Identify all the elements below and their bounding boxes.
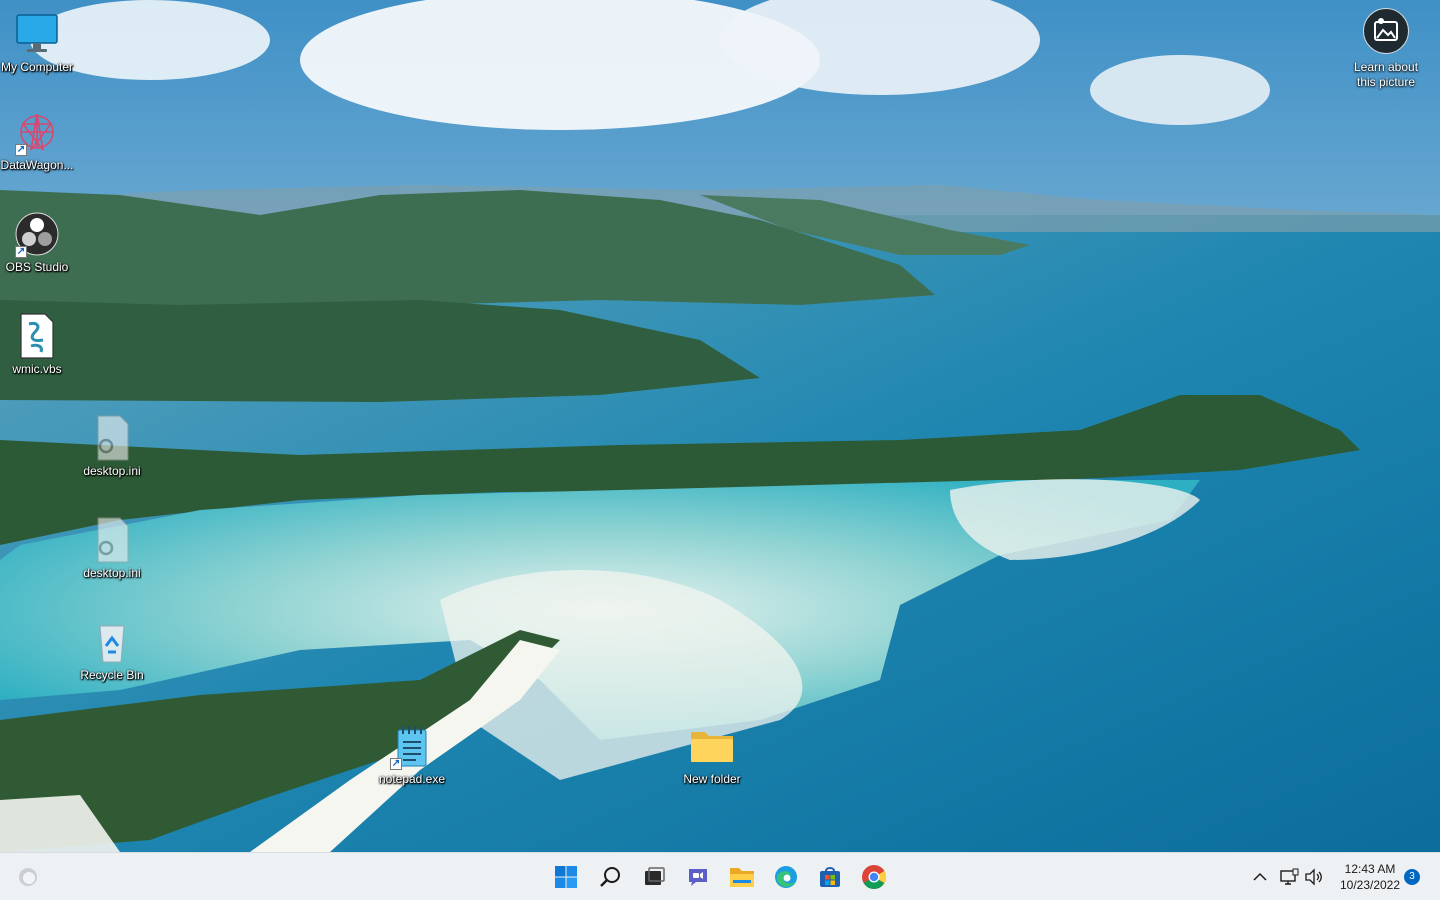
taskbar-chrome-button[interactable] xyxy=(856,859,892,895)
desktop-icon-label: desktop.ini xyxy=(83,566,141,580)
settings-file-icon xyxy=(88,414,136,462)
clock[interactable]: 12:43 AM 10/23/2022 xyxy=(1330,861,1410,893)
notepad-icon: ↗ xyxy=(388,722,436,770)
show-hidden-icons-button[interactable] xyxy=(1248,859,1272,895)
task-view-icon xyxy=(645,867,665,885)
store-icon xyxy=(820,867,840,887)
desktop-icon-label: My Computer xyxy=(0,60,74,74)
desktop-icon-label: wmic.vbs xyxy=(12,362,62,376)
folder-icon xyxy=(688,722,736,770)
taskbar: 12:43 AM 10/23/2022 3 xyxy=(0,852,1440,900)
recycle-bin-icon xyxy=(88,618,136,666)
obs-icon: ↗ xyxy=(13,210,61,258)
learn-about-label: Learn about this picture xyxy=(1353,60,1419,89)
desktop-icon-label: OBS Studio xyxy=(5,260,69,274)
desktop-icon-notepad[interactable]: ↗ notepad.exe xyxy=(372,722,452,787)
clock-time: 12:43 AM xyxy=(1344,862,1396,876)
desktop-icon-datawagon[interactable]: ↗ DataWagon... xyxy=(0,108,77,173)
taskbar-task-view-button[interactable] xyxy=(636,859,672,895)
desktop-icon-label: DataWagon... xyxy=(0,158,74,172)
edge-icon xyxy=(775,866,797,888)
widgets-icon xyxy=(19,868,37,886)
picture-info-icon xyxy=(1363,8,1409,54)
taskbar-chat-button[interactable] xyxy=(680,859,716,895)
script-file-icon xyxy=(13,312,61,360)
chat-icon xyxy=(689,869,707,886)
desktop-icon-wmic-vbs[interactable]: wmic.vbs xyxy=(0,312,77,377)
desktop-icon-my-computer[interactable]: My Computer xyxy=(0,10,77,75)
network-button[interactable] xyxy=(1276,859,1302,895)
datawagon-icon: ↗ xyxy=(13,108,61,156)
settings-file-icon xyxy=(88,516,136,564)
chrome-icon xyxy=(862,865,887,890)
shortcut-arrow-icon: ↗ xyxy=(15,246,27,258)
shortcut-arrow-icon: ↗ xyxy=(390,758,402,770)
windows-start-icon xyxy=(555,866,577,888)
desktop[interactable]: My Computer ↗ DataWagon... ↗ OBS Studio … xyxy=(0,0,1440,852)
widgets-button[interactable] xyxy=(10,859,46,895)
clock-date: 10/23/2022 xyxy=(1339,878,1401,892)
file-explorer-icon xyxy=(730,868,754,887)
desktop-icon-obs-studio[interactable]: ↗ OBS Studio xyxy=(0,210,77,275)
desktop-icon-recycle-bin[interactable]: Recycle Bin xyxy=(72,618,152,683)
desktop-icon-label: notepad.exe xyxy=(378,772,446,786)
desktop-icon-new-folder[interactable]: New folder xyxy=(672,722,752,787)
desktop-icon-desktop-ini-1[interactable]: desktop.ini xyxy=(72,414,152,479)
taskbar-file-explorer-button[interactable] xyxy=(724,859,760,895)
volume-button[interactable] xyxy=(1302,859,1326,895)
desktop-icon-label: New folder xyxy=(683,772,741,786)
taskbar-search-button[interactable] xyxy=(592,859,628,895)
search-icon xyxy=(600,867,620,887)
desktop-icon-label: desktop.ini xyxy=(83,464,141,478)
volume-icon xyxy=(1305,868,1322,886)
monitor-icon xyxy=(13,10,61,58)
learn-about-picture[interactable]: Learn about this picture xyxy=(1346,8,1426,90)
network-icon xyxy=(1280,868,1299,885)
shortcut-arrow-icon: ↗ xyxy=(15,144,27,156)
desktop-icon-label: Recycle Bin xyxy=(80,668,144,682)
taskbar-store-button[interactable] xyxy=(812,859,848,895)
notification-badge[interactable]: 3 xyxy=(1404,869,1420,885)
taskbar-edge-button[interactable] xyxy=(768,859,804,895)
chevron-up-icon xyxy=(1253,872,1267,881)
taskbar-start-button[interactable] xyxy=(548,859,584,895)
desktop-icon-desktop-ini-2[interactable]: desktop.ini xyxy=(72,516,152,581)
